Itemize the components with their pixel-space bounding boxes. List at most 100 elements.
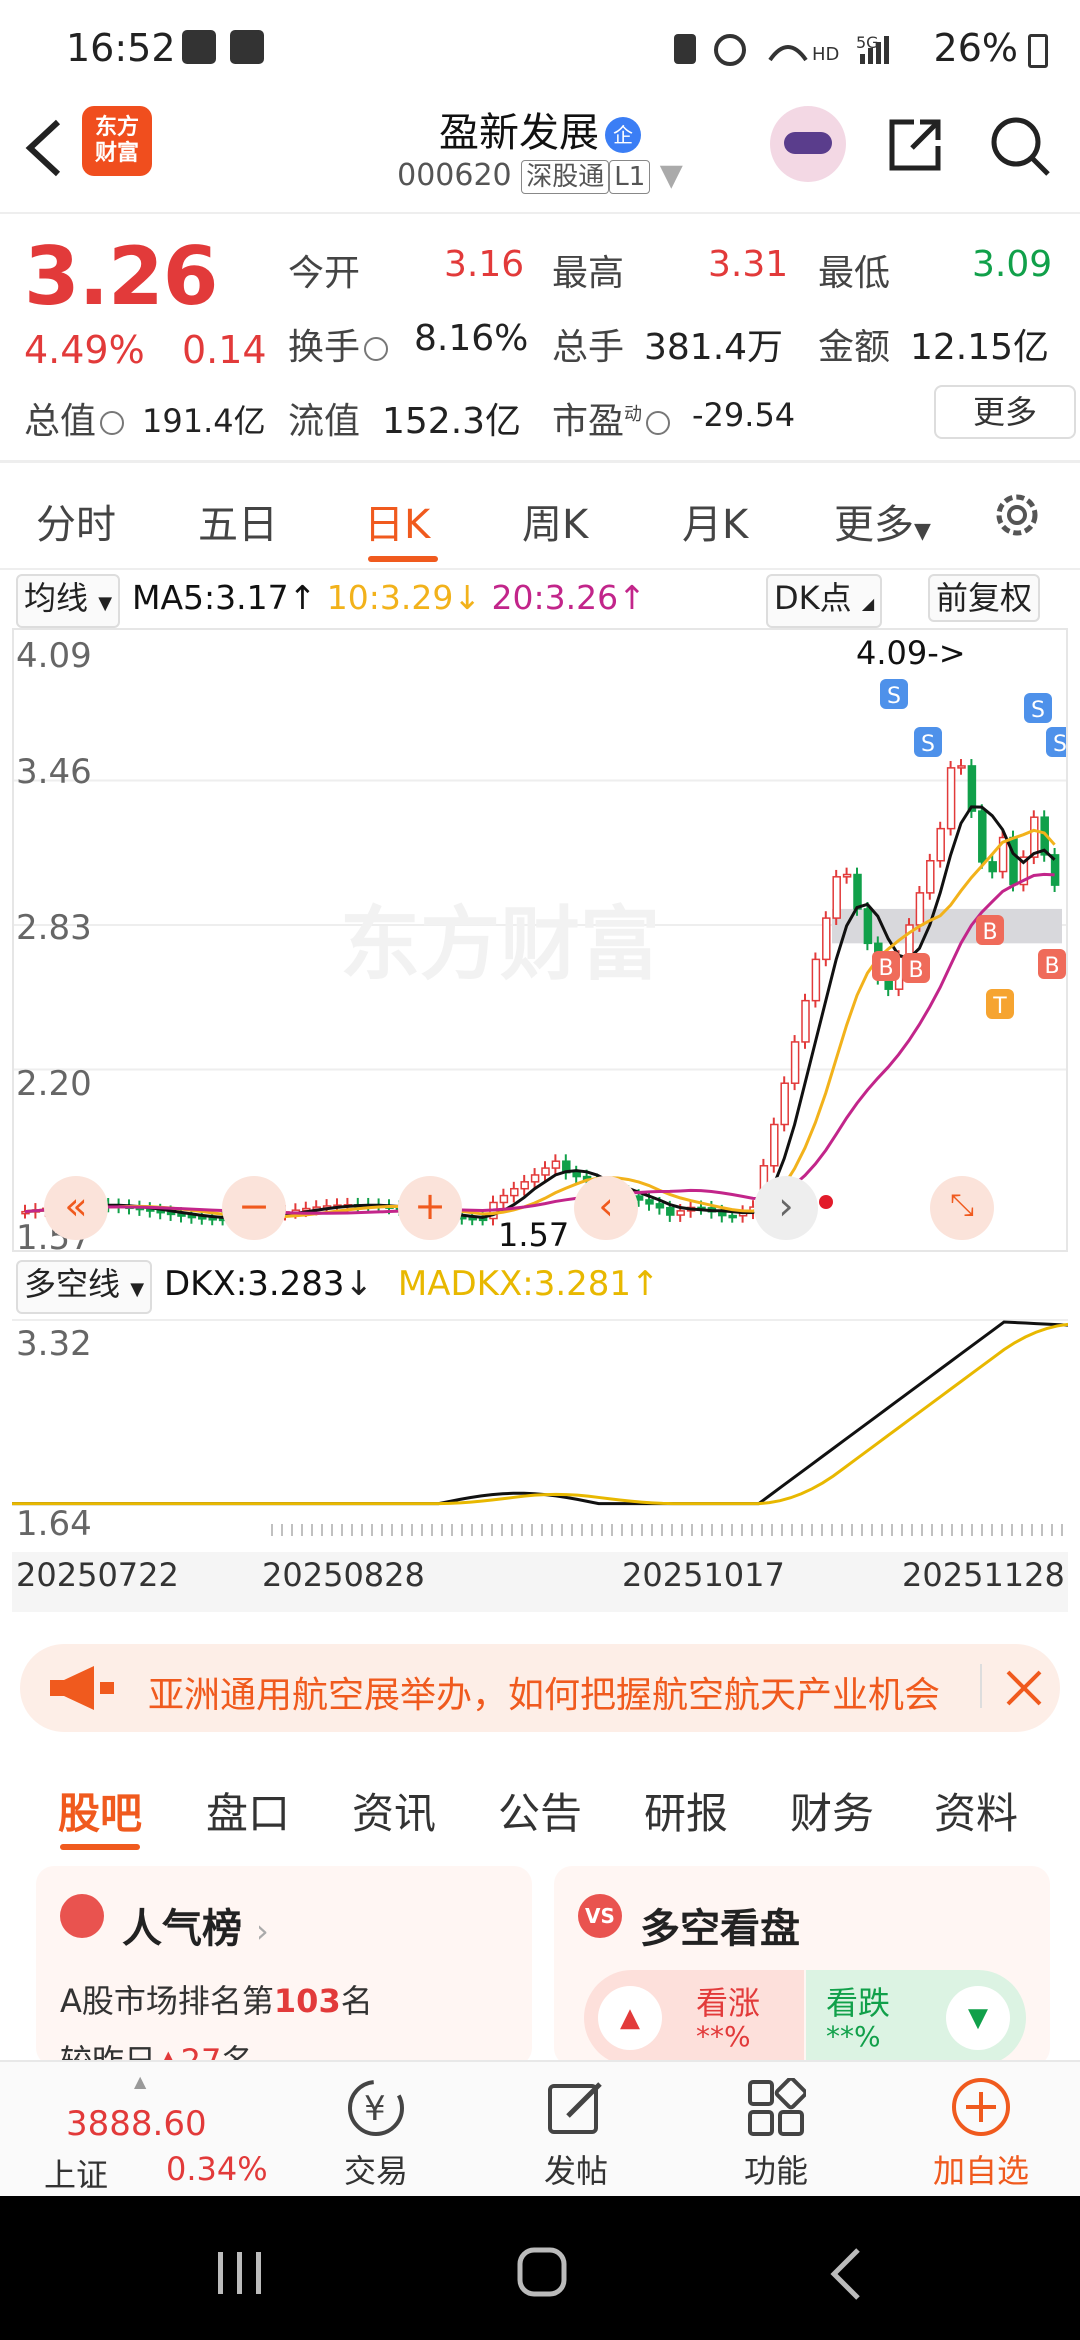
turnover-label: 换手: [288, 318, 389, 370]
amount-value: 12.15亿: [910, 327, 1050, 368]
tab-news[interactable]: 资讯: [352, 1780, 436, 1841]
indicator-selector[interactable]: 均线 ▼: [16, 574, 121, 628]
recent-apps-icon[interactable]: [210, 2248, 270, 2298]
tab-daily-k[interactable]: 日K: [364, 492, 430, 550]
tab-five-day[interactable]: 五日: [198, 492, 278, 550]
close-icon[interactable]: [1004, 1668, 1044, 1708]
y-label: 2.83: [16, 908, 92, 948]
post-tab[interactable]: 发帖: [516, 2072, 636, 2192]
info-icon: [100, 411, 125, 435]
yen-icon: ¥: [348, 2080, 404, 2136]
dk-chart[interactable]: [12, 1312, 1068, 1540]
candle: [728, 1214, 737, 1219]
tab-announcements[interactable]: 公告: [498, 1780, 582, 1841]
sub-indicator-selector[interactable]: 多空线 ▼: [16, 1260, 153, 1314]
ma-legend-row: 均线 ▼ MA5:3.17↑ 10:3.29↓ 20:3.26↑ DK点 ◢ 前…: [0, 572, 1080, 628]
tab-guba[interactable]: 股吧: [58, 1780, 142, 1841]
check-icon: [230, 30, 264, 64]
madkx-line: [12, 1322, 1068, 1506]
scroll-left-fast-button[interactable]: «: [44, 1176, 108, 1240]
system-nav-bar: [0, 2196, 1080, 2340]
float-value: 152.3亿: [382, 401, 522, 442]
bearish-button[interactable]: 看跌 **% ▼: [806, 1970, 1026, 2066]
candle: [915, 892, 925, 926]
rank-text: A股市场排名第103名: [60, 1982, 373, 2020]
gear-icon[interactable]: [990, 488, 1044, 542]
caret-up-icon: ▲: [134, 2072, 147, 2091]
tab-research[interactable]: 研报: [644, 1780, 728, 1841]
content-tabs: 股吧 盘口 资讯 公告 研报 财务 资料: [0, 1756, 1080, 1856]
caret-down-icon: ▼: [98, 593, 113, 614]
dk-y-label: 3.32: [16, 1324, 92, 1364]
scroll-right-button[interactable]: ›: [754, 1176, 818, 1240]
hd-text: HD: [812, 44, 839, 65]
back-nav-icon[interactable]: [826, 2246, 866, 2302]
tab-intraday[interactable]: 分时: [36, 492, 116, 550]
active-tab-indicator: [368, 556, 438, 562]
search-icon[interactable]: [988, 114, 1052, 178]
share-icon[interactable]: [884, 114, 946, 176]
candle: [510, 1187, 519, 1197]
dk-values: DKX:3.283↓ MADKX:3.281↑: [164, 1264, 660, 1304]
open-label: 今开: [288, 253, 361, 294]
level-tag: L1: [609, 160, 651, 194]
x-label: 20251128: [902, 1556, 1065, 1594]
candle: [187, 1214, 197, 1219]
candle: [780, 1082, 789, 1126]
home-icon[interactable]: [516, 2246, 568, 2298]
news-banner[interactable]: 亚洲通用航空展举办，如何把握航空航天产业机会: [20, 1644, 1060, 1732]
candle: [822, 917, 831, 961]
dk-legend-row: 多空线 ▼ DKX:3.283↓ MADKX:3.281↑: [0, 1258, 1080, 1314]
tab-weekly-k[interactable]: 周K: [522, 492, 588, 550]
scroll-left-button[interactable]: ‹: [574, 1176, 638, 1240]
buy-marker-label: B: [1044, 954, 1059, 979]
bullish-button[interactable]: ▲ 看涨 **%: [584, 1970, 804, 2066]
banner-text: 亚洲通用航空展举办，如何把握航空航天产业机会: [148, 1675, 941, 1716]
function-tab[interactable]: 功能: [716, 2072, 836, 2192]
caret-down-icon: ▼: [659, 158, 683, 193]
dk-point-button[interactable]: DK点 ◢: [766, 574, 883, 628]
add-watchlist-tab[interactable]: 加自选: [916, 2072, 1046, 2192]
info-icon: [364, 337, 389, 361]
status-icons: HD 5G: [674, 33, 889, 66]
buy-marker-label: B: [908, 958, 923, 983]
candle: [790, 1041, 800, 1084]
battery-percent: 26%: [933, 26, 1018, 70]
assistant-avatar[interactable]: [770, 106, 846, 182]
popularity-card[interactable]: 人气榜 › A股市场排名第103名 较昨日▲27名: [36, 1866, 532, 2066]
index-ticker[interactable]: ▲ 3888.60 上证 0.34%: [0, 2072, 268, 2194]
divider: [0, 212, 1080, 214]
zoom-in-button[interactable]: +: [398, 1176, 462, 1240]
enterprise-badge: 企: [605, 117, 641, 153]
status-time: 16:52: [66, 26, 176, 70]
more-button[interactable]: 更多: [934, 385, 1076, 439]
candle: [957, 765, 966, 769]
bottom-tab-bar: ▲ 3888.60 上证 0.34% ¥ 交易 发帖 功能 加自选: [0, 2060, 1080, 2196]
dk-y-label: 1.64: [16, 1504, 92, 1544]
candle: [842, 873, 852, 878]
pe-value: -29.54: [692, 396, 796, 434]
high-value: 3.31: [708, 244, 789, 285]
fullscreen-icon[interactable]: ⤡: [930, 1176, 994, 1240]
trade-tab[interactable]: ¥ 交易: [316, 2072, 436, 2192]
tab-monthly-k[interactable]: 月K: [682, 492, 748, 550]
tab-more[interactable]: 更多▼: [834, 492, 931, 550]
tab-financials[interactable]: 财务: [790, 1780, 874, 1841]
adjust-button[interactable]: 前复权: [928, 574, 1041, 622]
info-icon: [646, 411, 671, 435]
tab-order-book[interactable]: 盘口: [206, 1780, 290, 1841]
candle: [770, 1123, 779, 1167]
zoom-out-button[interactable]: −: [222, 1176, 286, 1240]
stock-header: 东方 财富 盈新发展企 000620 深股通 L1 ▼: [0, 100, 1080, 212]
bull-bear-card[interactable]: VS 多空看盘 ▲ 看涨 **% 看跌 **% ▼: [554, 1866, 1050, 2066]
watermark: 东方财富: [340, 898, 660, 991]
tab-profile[interactable]: 资料: [934, 1780, 1018, 1841]
buy-marker-label: B: [982, 920, 997, 945]
up-arrow-icon: ▲: [598, 1986, 662, 2050]
amount-label: 金额: [818, 327, 891, 368]
candle: [967, 765, 977, 812]
t-marker-label: T: [992, 994, 1007, 1019]
candle: [676, 1210, 685, 1216]
candle: [801, 999, 810, 1043]
battery-icon: [1028, 34, 1048, 68]
